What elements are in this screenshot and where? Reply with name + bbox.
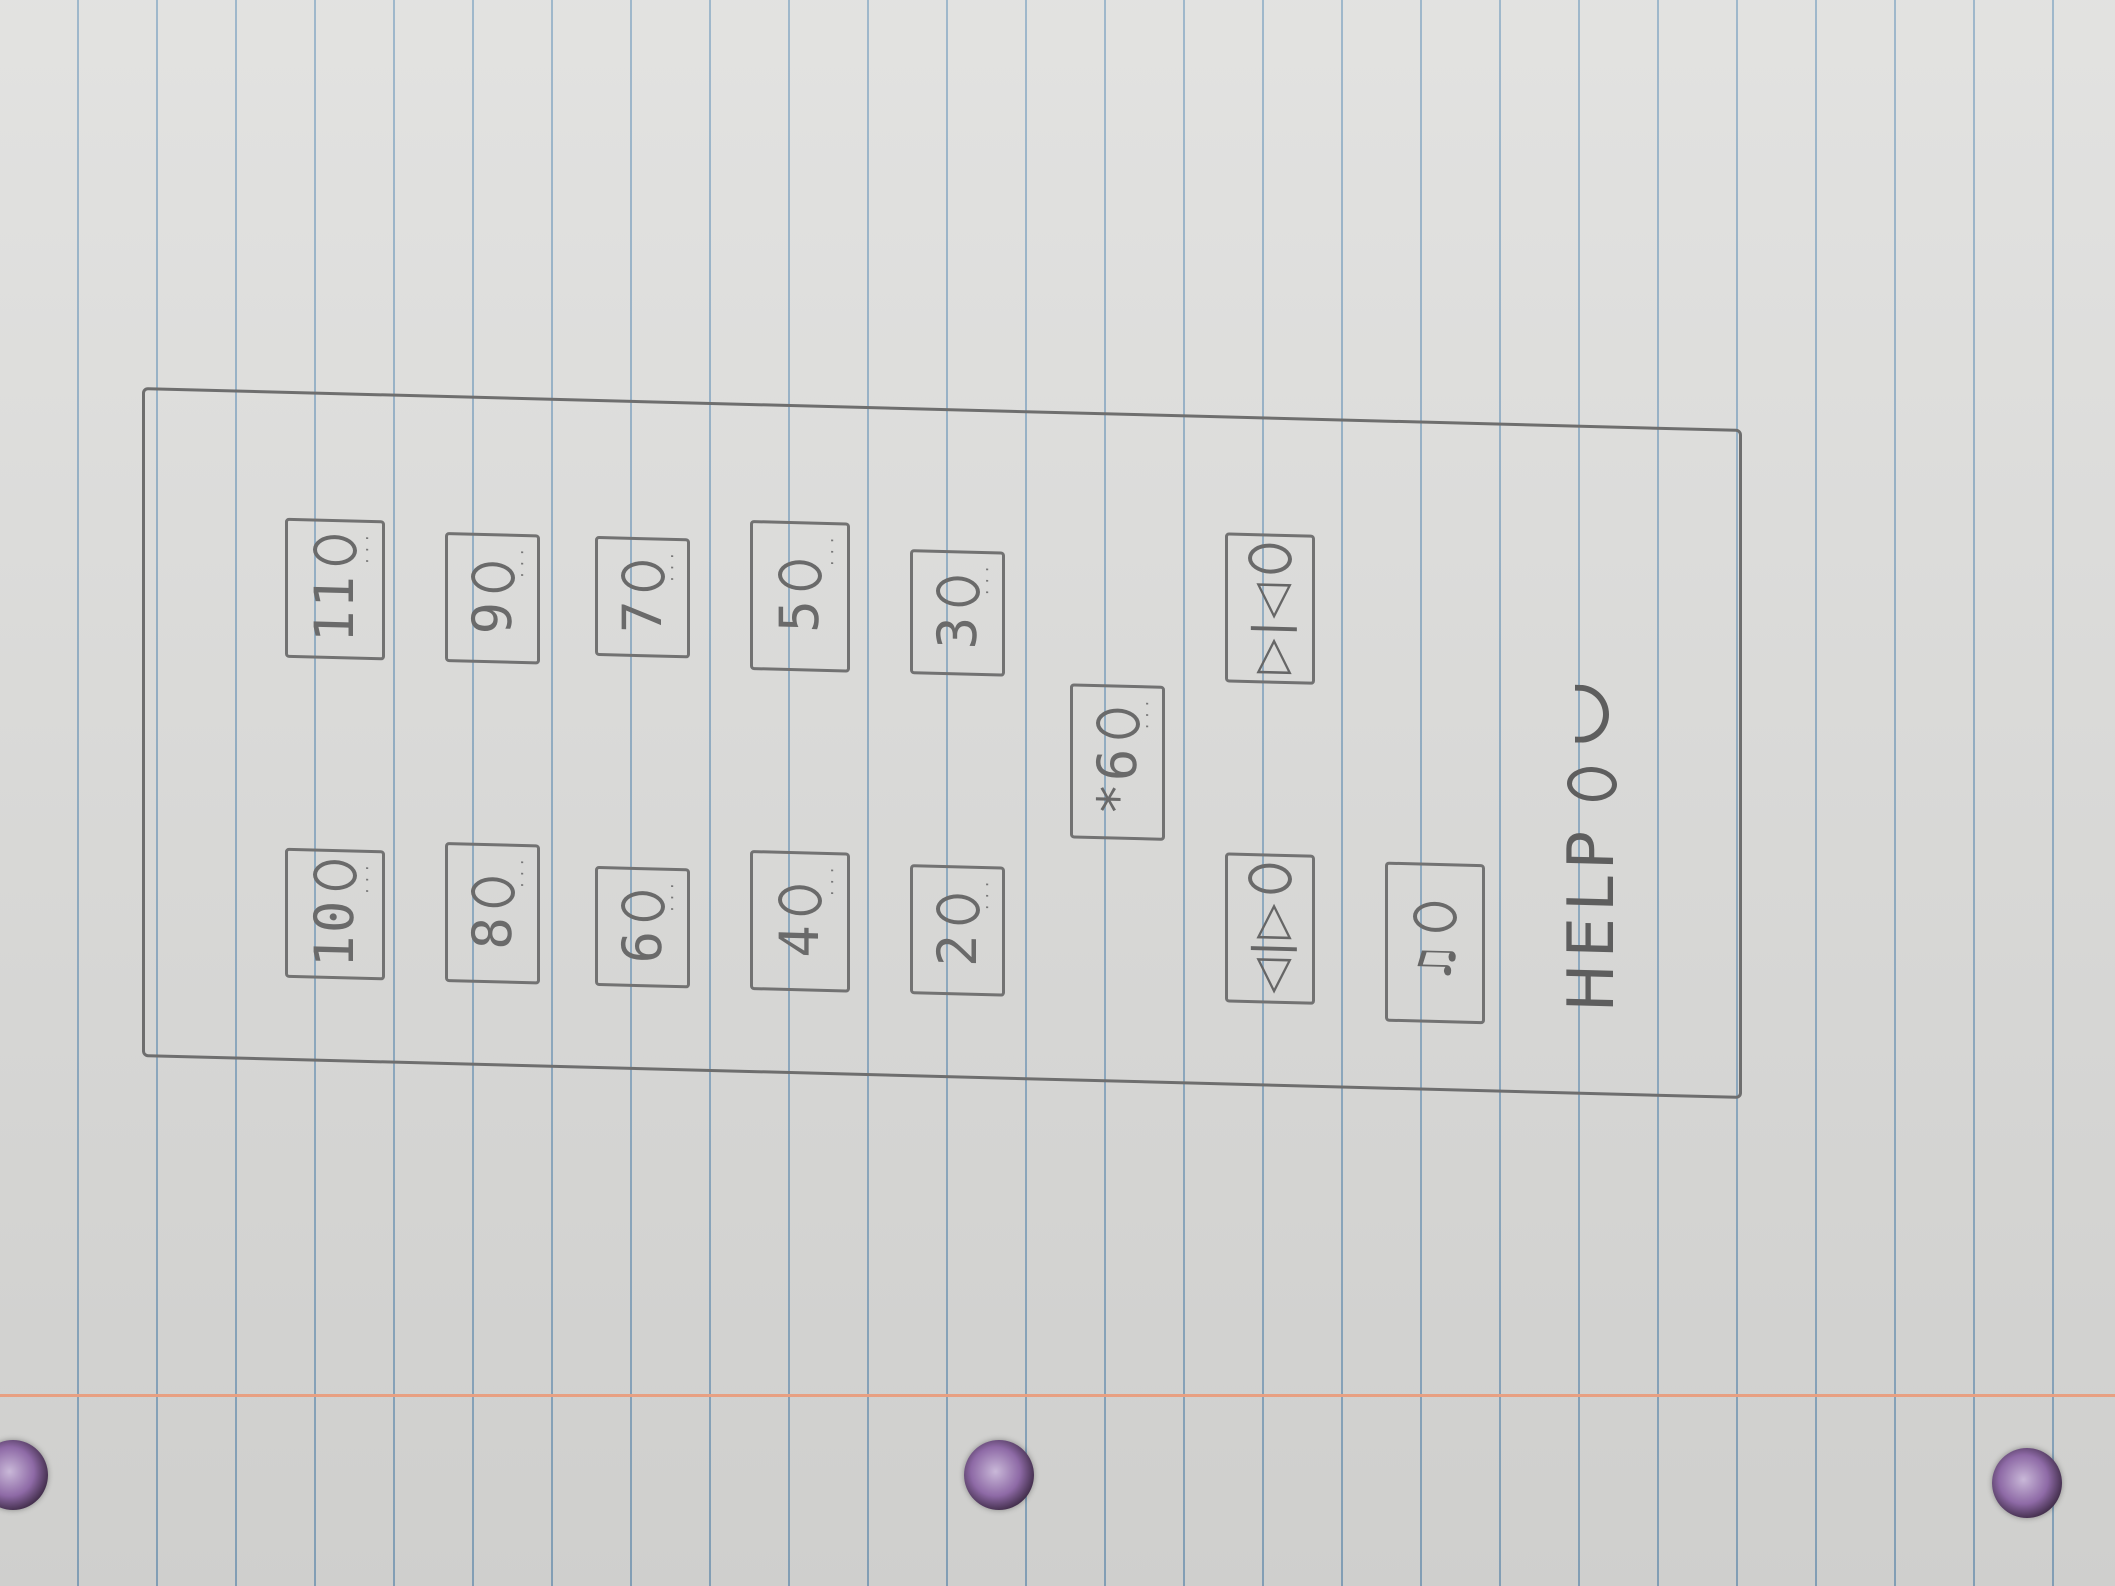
circle-icon [1248, 542, 1292, 575]
key-dots: ··· [980, 561, 996, 597]
phone-icon [1575, 684, 1609, 744]
circle-icon [313, 535, 357, 567]
key-6[interactable]: 6 ··· [595, 865, 690, 989]
rewind-button[interactable]: ◁|▷ [1225, 852, 1315, 1005]
key-label: 5 [768, 597, 831, 634]
circle-icon [1567, 766, 1617, 802]
key-dots: ··· [1140, 696, 1156, 731]
circle-icon [620, 890, 665, 922]
key-4[interactable]: 4 ··· [750, 849, 850, 993]
punch-hole-right [1992, 1448, 2062, 1518]
circle-icon [1248, 862, 1292, 895]
circle-icon [313, 860, 357, 892]
key-9[interactable]: 9 ··· [445, 531, 540, 665]
circle-icon [935, 893, 980, 925]
punch-hole-middle [964, 1440, 1034, 1510]
key-label: *6 [1085, 745, 1149, 817]
key-10[interactable]: 10 ··· [285, 847, 385, 981]
bell-button[interactable]: ♫ [1385, 861, 1485, 1025]
key-dots: ··· [825, 862, 841, 898]
key-dots: ··· [360, 530, 376, 566]
key-label: 2 [925, 931, 989, 968]
key-label: 10 [303, 897, 366, 969]
key-dots: ··· [665, 548, 681, 584]
key-8[interactable]: 8 ··· [445, 841, 540, 985]
key-dots: ··· [515, 854, 531, 890]
help-button[interactable]: HELP [1555, 684, 1629, 1013]
circle-icon [778, 884, 822, 916]
key-label: 11 [303, 572, 366, 644]
key-2[interactable]: 2 ··· [910, 864, 1005, 997]
key-3[interactable]: 3 ··· [910, 549, 1005, 677]
circle-icon [935, 576, 980, 608]
key-dots: ··· [825, 532, 841, 568]
rewind-play-icon: ◁|▷ [1243, 900, 1297, 995]
help-label: HELP [1555, 824, 1629, 1013]
paper-margin-line [0, 1394, 2115, 1397]
key-dots: ··· [665, 878, 681, 914]
circle-icon [778, 559, 822, 591]
forward-button[interactable]: ▷|◁ [1225, 532, 1315, 685]
key-5[interactable]: 5 ··· [750, 519, 850, 673]
device-frame: 10 ··· 11 ··· 8 ··· 9 ··· 6 ··· 7 ··· 4 … [142, 387, 1742, 1099]
key-dots: ··· [515, 544, 531, 580]
bell-icon: ♫ [1408, 939, 1462, 985]
key-7[interactable]: 7 ··· [595, 535, 690, 659]
key-label: 8 [460, 914, 524, 951]
circle-icon [1413, 901, 1457, 933]
key-label: 6 [610, 928, 674, 965]
key-11[interactable]: 11 ··· [285, 517, 385, 661]
circle-icon [470, 876, 515, 908]
key-dots: ··· [980, 876, 996, 912]
punch-hole-left [0, 1440, 48, 1510]
key-label: 7 [610, 598, 674, 635]
key-dots: ··· [360, 860, 376, 896]
circle-icon [1095, 708, 1140, 740]
forward-play-icon: ▷|◁ [1243, 580, 1297, 675]
key-star[interactable]: *6 ··· [1070, 683, 1165, 841]
key-label: 3 [925, 613, 989, 650]
circle-icon [470, 561, 515, 593]
circle-icon [620, 560, 665, 592]
key-label: 9 [460, 599, 524, 636]
key-label: 4 [768, 922, 831, 959]
